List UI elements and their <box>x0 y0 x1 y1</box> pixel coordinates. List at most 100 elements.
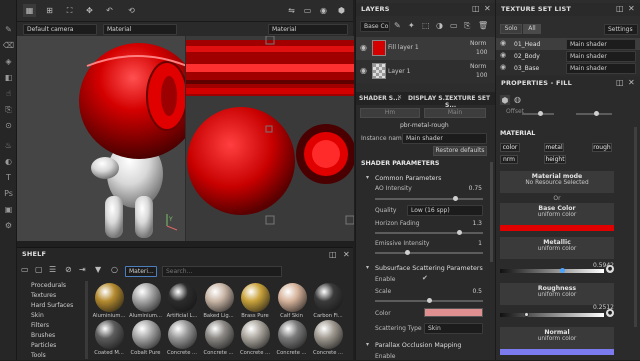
horizon-slider[interactable] <box>375 230 483 235</box>
properties-scrollbar[interactable] <box>634 127 637 327</box>
material-thumbnail[interactable] <box>277 283 307 312</box>
shelf-filter-tag[interactable]: Materi... <box>125 266 157 277</box>
text-icon[interactable]: T <box>3 172 14 183</box>
base-color-swatch[interactable] <box>500 225 614 231</box>
close-icon[interactable]: ✕ <box>628 4 635 13</box>
material-thumbnail[interactable] <box>314 320 343 349</box>
channel-metal-tag[interactable]: metal <box>544 143 564 152</box>
shelf-category-scrollbar[interactable] <box>85 281 88 359</box>
camera-dropdown[interactable]: Default camera <box>23 24 97 35</box>
layer-row[interactable]: ◉ Fill layer 1 Norm 100 <box>356 37 496 60</box>
picker-icon[interactable]: ⊙ <box>3 120 14 131</box>
texture-set-shader-dropdown[interactable]: Main shader <box>566 39 636 50</box>
filter-icon[interactable]: ▼ <box>95 265 101 274</box>
render-icon[interactable]: ⬢ <box>335 4 348 17</box>
quality-dropdown[interactable]: Low (16 spp) <box>407 205 483 216</box>
scale-value[interactable]: 0.5 <box>462 288 482 295</box>
restore-icon[interactable]: ◫ <box>616 78 624 87</box>
eraser-icon[interactable]: ⌫ <box>3 40 14 51</box>
material-thumbnail[interactable] <box>204 283 234 312</box>
layer-opacity[interactable]: 100 <box>476 49 487 56</box>
cube-icon[interactable]: ⬢ <box>500 95 510 105</box>
shelf-category-item[interactable]: Skin <box>31 311 89 321</box>
material-mode-box[interactable]: Material mode No Resource Selected <box>500 171 614 193</box>
texture-set-shader-dropdown[interactable]: Main shader <box>566 63 636 74</box>
shelf-category-item[interactable]: Brushes <box>31 331 89 341</box>
restore-icon[interactable]: ◫ <box>616 4 624 13</box>
ao-slider[interactable] <box>375 196 483 201</box>
chevron-down-icon[interactable]: ▾ <box>366 174 369 181</box>
visibility-eye-icon[interactable]: ◉ <box>360 66 367 75</box>
bake-icon[interactable]: ♨ <box>3 140 14 151</box>
sss-color-swatch[interactable] <box>424 308 483 317</box>
horizon-value[interactable]: 1.3 <box>462 220 482 227</box>
paint-brush-icon[interactable]: ✎ <box>3 24 14 35</box>
offset-y-slider[interactable] <box>576 111 612 116</box>
close-icon[interactable]: ✕ <box>343 250 350 259</box>
tab-texture-set-settings[interactable]: TEXTURE SET S... <box>445 95 495 109</box>
roughness-box[interactable]: Roughness uniform color <box>500 283 614 305</box>
instance-name-input[interactable]: Main shader <box>402 133 487 144</box>
restore-icon[interactable]: ◫ <box>472 4 480 13</box>
duplicate-icon[interactable]: ⎘ <box>464 21 470 31</box>
layer-row[interactable]: ◉ Layer 1 Norm 100 <box>356 60 496 83</box>
texture-set-row[interactable]: ◉ 02_Body Main shader <box>496 50 640 62</box>
layer-blend[interactable]: Norm <box>470 40 486 47</box>
channel-rough-tag[interactable]: rough <box>592 143 612 152</box>
roughness-picker-icon[interactable]: ● <box>606 309 614 317</box>
normal-box[interactable]: Normal uniform color <box>500 327 614 349</box>
circle-icon[interactable]: ○ <box>111 265 118 274</box>
new-folder-icon[interactable]: ▢ <box>35 265 43 274</box>
shader-top-button[interactable]: Main <box>424 108 486 118</box>
material-thumbnail[interactable] <box>95 320 124 349</box>
layer-blend[interactable]: Norm <box>470 63 486 70</box>
all-button[interactable]: All <box>523 24 541 34</box>
export-icon[interactable]: ▣ <box>3 204 14 215</box>
tab-display-settings[interactable]: DISPLAY S... <box>408 95 449 102</box>
emissive-slider[interactable] <box>375 250 483 255</box>
channel-color-tag[interactable]: color <box>500 143 520 152</box>
settings-icon[interactable]: ⚙ <box>3 220 14 231</box>
metallic-slider[interactable] <box>500 268 604 273</box>
hide-icon[interactable]: ⊘ <box>65 265 72 274</box>
material-thumbnail[interactable] <box>277 320 307 349</box>
smudge-icon[interactable]: ☝ <box>3 88 14 99</box>
viewport-2d[interactable] <box>185 35 356 241</box>
roughness-slider[interactable] <box>500 312 604 317</box>
emissive-value[interactable]: 1 <box>462 240 482 247</box>
material-mode-2d-dropdown[interactable]: Material <box>268 24 348 35</box>
material-sphere-icon[interactable]: ◍ <box>514 95 521 104</box>
delete-icon[interactable]: 🗑 <box>478 21 488 30</box>
measure-icon[interactable]: ◐ <box>3 156 14 167</box>
close-icon[interactable]: ✕ <box>628 78 635 87</box>
photoshop-icon[interactable]: Ps <box>3 188 14 199</box>
shelf-category-item[interactable]: Textures <box>31 291 89 301</box>
visibility-eye-icon[interactable]: ◉ <box>500 39 506 47</box>
chevron-down-icon[interactable]: ▾ <box>366 264 369 271</box>
visibility-eye-icon[interactable]: ◉ <box>500 63 506 71</box>
geometry-fill-icon[interactable]: ◧ <box>3 72 14 83</box>
add-effect-icon[interactable]: ✦ <box>408 21 415 30</box>
list-view-icon[interactable]: ☰ <box>49 265 56 274</box>
ao-value[interactable]: 0.75 <box>462 185 482 192</box>
offset-x-slider[interactable] <box>522 111 554 116</box>
shelf-category-item[interactable]: Procedurals <box>31 281 89 291</box>
metallic-picker-icon[interactable]: ● <box>606 265 614 273</box>
texture-set-row[interactable]: ◉ 01_Head Main shader <box>496 38 640 50</box>
close-icon[interactable]: ✕ <box>397 94 402 101</box>
normal-swatch[interactable] <box>500 349 614 355</box>
channel-nrm-tag[interactable]: nrm <box>500 155 518 164</box>
add-folder-icon[interactable]: ▭ <box>450 21 458 30</box>
close-icon[interactable]: ✕ <box>484 4 491 13</box>
tab-shader-settings[interactable]: SHADER S... <box>359 95 400 102</box>
chevron-down-icon[interactable]: ▾ <box>366 341 369 348</box>
add-mask-icon[interactable]: ◑ <box>436 21 443 30</box>
shader-top-button[interactable]: Hm <box>360 108 420 118</box>
settings-dropdown[interactable]: Settings <box>604 24 638 35</box>
sync-view-icon[interactable]: ⇋ <box>285 4 298 17</box>
scattering-type-dropdown[interactable]: Skin <box>424 323 483 334</box>
camera-icon[interactable]: ◉ <box>317 4 330 17</box>
restore-icon[interactable]: ◫ <box>329 250 337 259</box>
undo-icon[interactable]: ↶ <box>103 4 116 17</box>
visibility-eye-icon[interactable]: ◉ <box>360 43 367 52</box>
